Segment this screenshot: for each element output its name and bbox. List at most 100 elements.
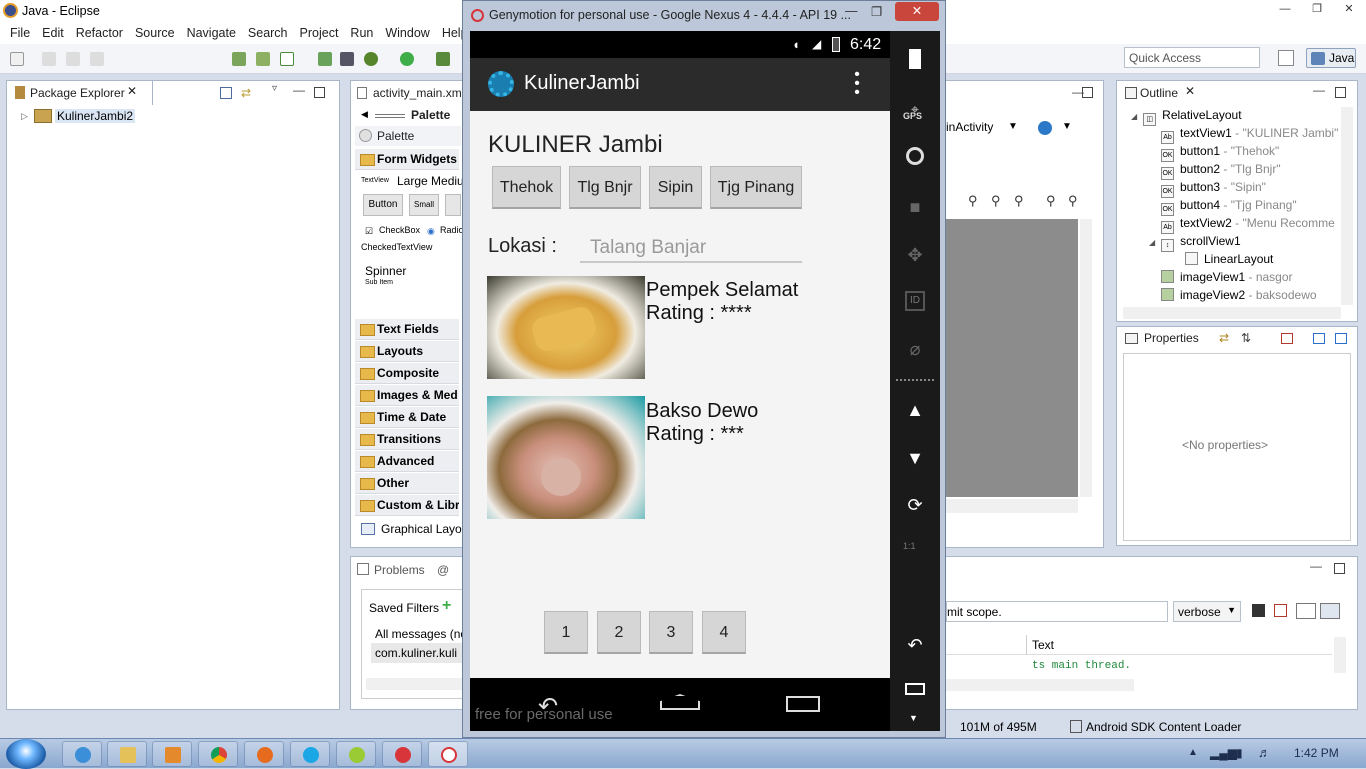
close-button[interactable]: ✕ [1336, 2, 1362, 18]
maximize-view-icon[interactable] [314, 87, 325, 98]
outline-close-icon[interactable]: ✕ [1185, 84, 1195, 98]
log-vertical-scrollbar[interactable] [1334, 637, 1346, 673]
palette-small-button[interactable]: Small [409, 194, 439, 216]
properties-collapse-icon[interactable] [1335, 333, 1347, 344]
outline-textview1[interactable]: Ab textView1 - "KULINER Jambi" [1161, 126, 1338, 144]
lint-icon[interactable] [280, 52, 294, 66]
properties-filter-icon[interactable]: ⇄ [1219, 331, 1229, 345]
palette-textview-label[interactable]: TextView [361, 177, 389, 184]
layout-canvas[interactable] [946, 219, 1078, 497]
palette-toggle-widget[interactable] [445, 194, 461, 216]
logcat-maximize-icon[interactable] [1334, 563, 1345, 574]
tray-expand-icon[interactable]: ▲ [1188, 747, 1198, 758]
palette-spinner[interactable]: Spinner [365, 264, 406, 278]
logcat-minimize-icon[interactable]: — [1310, 559, 1322, 573]
outline-imageview2[interactable]: imageView2 - baksodewo [1161, 288, 1317, 305]
remote-control-icon[interactable]: ✥ [903, 243, 927, 267]
menu-search[interactable]: Search [242, 26, 294, 40]
save-log-icon[interactable] [1252, 604, 1265, 617]
expand-arrow-icon[interactable]: ▷ [21, 111, 28, 122]
outline-vertical-scrollbar[interactable] [1341, 107, 1353, 305]
rotate-screen-icon[interactable]: ⟳ [903, 493, 927, 517]
new-android-project-icon[interactable] [318, 52, 332, 66]
palette-checkbox[interactable]: CheckBox [379, 225, 420, 235]
zoom-real-icon[interactable]: ⚲ [991, 193, 1001, 209]
app-logo-icon[interactable] [488, 71, 514, 97]
menu-file[interactable]: File [4, 26, 36, 40]
palette-sub-item[interactable]: Sub Item [365, 279, 393, 286]
taskbar-explorer[interactable] [107, 741, 147, 767]
volume-down-icon[interactable]: ▼ [903, 446, 927, 470]
outline-button3[interactable]: OK button3 - "Sipin" [1161, 180, 1266, 198]
camera-widget-icon[interactable] [906, 147, 924, 165]
clear-log-icon[interactable] [1274, 604, 1287, 617]
java-perspective-button[interactable]: Java [1306, 48, 1356, 68]
quick-access-input[interactable]: Quick Access [1124, 47, 1260, 68]
genymotion-maximize-button[interactable]: ❐ [871, 4, 882, 19]
palette-images-media[interactable]: Images & Med [355, 385, 459, 406]
locale-dropdown-arrow-icon[interactable]: ▼ [1062, 121, 1072, 132]
palette-transitions[interactable]: Transitions [355, 429, 459, 450]
outline-horizontal-scrollbar[interactable] [1123, 307, 1341, 319]
outline-linearlayout[interactable]: LinearLayout [1185, 252, 1273, 270]
outline-button2[interactable]: OK button2 - "Tlg Bnjr" [1161, 162, 1281, 180]
taskbar-firefox[interactable] [244, 741, 284, 767]
device-id-icon[interactable]: ID [905, 291, 925, 311]
log-level-select[interactable]: verbose ▼ [1173, 601, 1241, 622]
menu-window[interactable]: Window [379, 26, 435, 40]
link-editor-icon[interactable]: ⇄ [241, 86, 255, 100]
taskbar-chrome[interactable] [198, 741, 238, 767]
outline-button4[interactable]: OK button4 - "Tjg Pinang" [1161, 198, 1297, 216]
minimize-button[interactable]: — [1272, 2, 1298, 18]
problems-tab-label[interactable]: Problems [374, 563, 425, 577]
sipin-button[interactable]: Sipin [649, 166, 702, 209]
editor-tab-label[interactable]: activity_main.xml [373, 86, 464, 100]
taskbar-ie[interactable] [62, 741, 102, 767]
pempek-image[interactable] [487, 276, 645, 379]
save-all-icon[interactable] [66, 52, 80, 66]
project-item-label[interactable]: KulinerJambi2 [55, 109, 136, 123]
log-horizontal-scrollbar[interactable] [946, 679, 1134, 691]
add-filter-icon[interactable]: + [442, 597, 451, 615]
logcat-search-input[interactable]: mit scope. [946, 601, 1168, 622]
page-2-button[interactable]: 2 [597, 611, 641, 654]
palette-button-widget[interactable]: Button [363, 194, 403, 216]
genymotion-close-button[interactable]: ✕ [895, 2, 939, 21]
outline-tab-label[interactable]: Outline [1140, 86, 1178, 100]
taskbar-genymotion-player[interactable] [428, 741, 468, 767]
outline-button1[interactable]: OK button1 - "Thehok" [1161, 144, 1279, 162]
tray-network-icon[interactable]: ▂▄▆ [1210, 746, 1237, 760]
tray-volume-icon[interactable]: ♬ [1258, 745, 1271, 760]
zoom-out-icon[interactable]: ⚲ [1046, 193, 1056, 209]
palette-radio[interactable]: Radio [440, 225, 464, 235]
package-explorer-tab[interactable]: Package Explorer ✕ [7, 81, 153, 105]
outline-textview2[interactable]: Ab textView2 - "Menu Recomme [1161, 216, 1335, 234]
heap-status[interactable]: 101M of 495M [960, 720, 1037, 734]
debug-icon[interactable] [364, 52, 378, 66]
pixel-perfect-icon[interactable]: 1:1 [903, 541, 916, 551]
outline-imageview1[interactable]: imageView1 - nasgor [1161, 270, 1293, 288]
recent-apps-nav-icon[interactable] [786, 696, 820, 712]
zoom-actual-icon[interactable]: ⚲ [1014, 193, 1024, 209]
taskbar-media-player[interactable] [152, 741, 192, 767]
avd-manager-icon[interactable] [256, 52, 270, 66]
external-tools-icon[interactable] [436, 52, 450, 66]
zoom-in-icon[interactable]: ⚲ [1068, 193, 1078, 209]
palette-composite[interactable]: Composite [355, 363, 459, 384]
save-icon[interactable] [42, 52, 56, 66]
text-column-header[interactable]: Text [1032, 638, 1054, 652]
palette-form-widgets[interactable]: Form Widgets [355, 149, 459, 170]
bakso-image[interactable] [487, 396, 645, 519]
page-4-button[interactable]: 4 [702, 611, 746, 654]
locale-globe-icon[interactable] [1038, 121, 1052, 135]
taskbar-clock[interactable]: 1:42 PM [1294, 746, 1339, 760]
zoom-fit-icon[interactable]: ⚲ [968, 193, 978, 209]
package-filter[interactable]: com.kuliner.kuli [371, 643, 466, 663]
palette-custom-libraries[interactable]: Custom & Libr [355, 495, 459, 516]
menu-run[interactable]: Run [344, 26, 379, 40]
sidebar-recent-icon[interactable] [905, 683, 925, 695]
palette-time-date[interactable]: Time & Date [355, 407, 459, 428]
battery-widget-icon[interactable] [909, 49, 921, 69]
overflow-menu-icon[interactable]: • • • [854, 67, 860, 101]
thehok-button[interactable]: Thehok [492, 166, 561, 209]
